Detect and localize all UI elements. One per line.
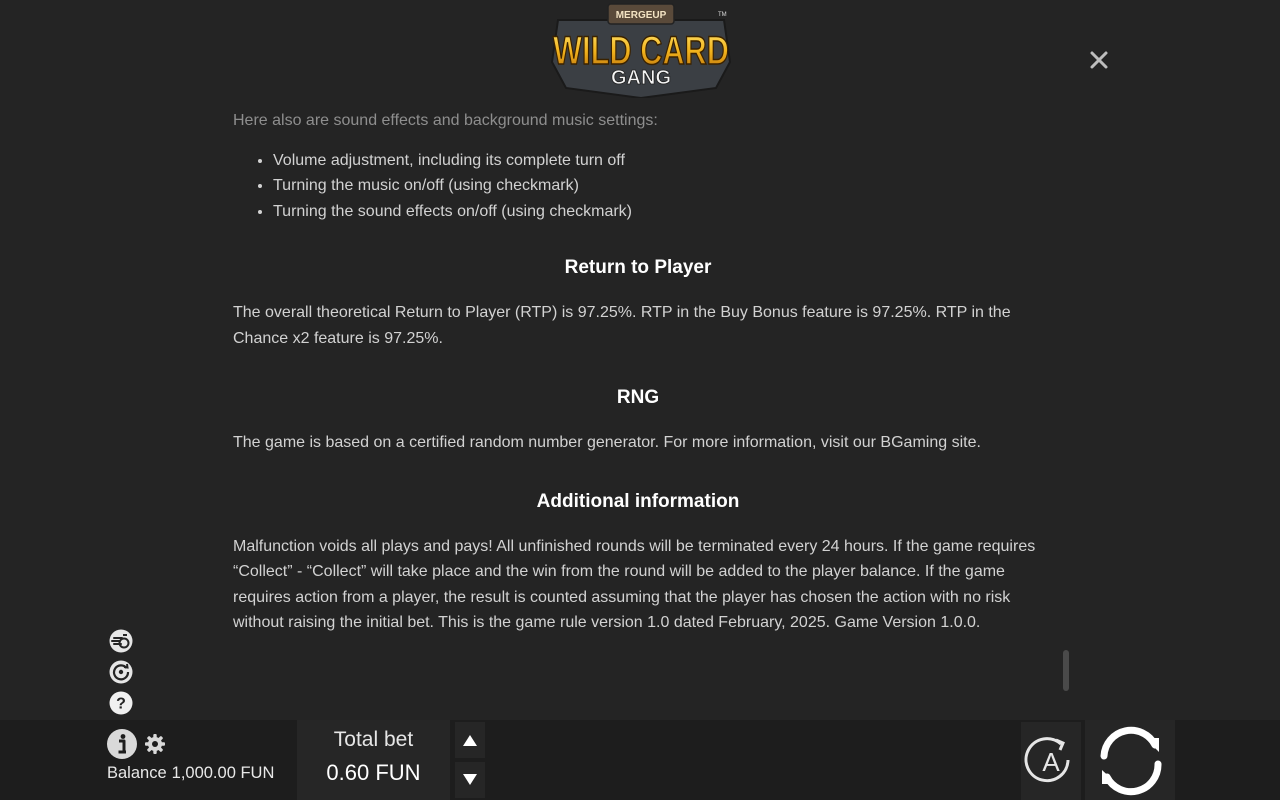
list-item: Turning the music on/off (using checkmar… [273,173,1043,199]
close-icon[interactable] [1086,47,1112,73]
autoplay-label: A [1042,747,1060,777]
rtp-heading: Return to Player [564,257,712,278]
list-item: Turning the sound effects on/off (using … [273,199,1043,225]
help-icon[interactable]: ? [108,690,134,716]
logo-small-text: MERGEUP [616,10,667,21]
scrollbar-thumb[interactable] [1063,650,1069,691]
rng-text: The game is based on a certified random … [233,434,981,451]
total-bet-label: Total bet [333,728,414,751]
info-icon[interactable] [106,728,138,760]
arrow-down-icon [463,774,477,785]
total-bet-value: 0.60 FUN [326,760,421,785]
logo-sub-text: GANG [611,67,671,89]
rules-content: Here also are sound effects and backgrou… [233,108,1043,636]
svg-text:?: ? [116,696,126,713]
balance-value: 1,000.00 FUN [171,764,275,782]
rtp-text: The overall theoretical Return to Player… [233,304,1011,347]
spin-button[interactable] [1085,720,1175,800]
spin-arrows-icon [1100,726,1162,796]
additional-info-heading: Additional information [536,490,740,512]
total-bet-box: Total bet 0.60 FUN [297,720,450,800]
turbo-icon[interactable] [108,628,134,654]
bet-decrease-button[interactable] [455,762,485,798]
gear-icon[interactable] [144,733,166,755]
balance-label: Balance [107,764,167,782]
sound-settings-list: Volume adjustment, including its complet… [233,148,1043,225]
balance-display: Balance 1,000.00 FUN [107,764,274,783]
game-logo: MERGEUP WILD CARD GANG TM [550,3,732,98]
bet-increase-button[interactable] [455,722,485,758]
autoplay-button[interactable]: A [1021,722,1081,800]
additional-info-text: Malfunction voids all plays and pays! Al… [233,537,1036,632]
rng-heading: RNG [616,387,660,408]
arrow-up-icon [463,735,477,746]
sound-settings-intro: Here also are sound effects and backgrou… [233,112,658,129]
logo-tm: TM [718,12,727,18]
history-icon[interactable] [108,659,134,685]
list-item: Volume adjustment, including its complet… [273,148,1043,174]
